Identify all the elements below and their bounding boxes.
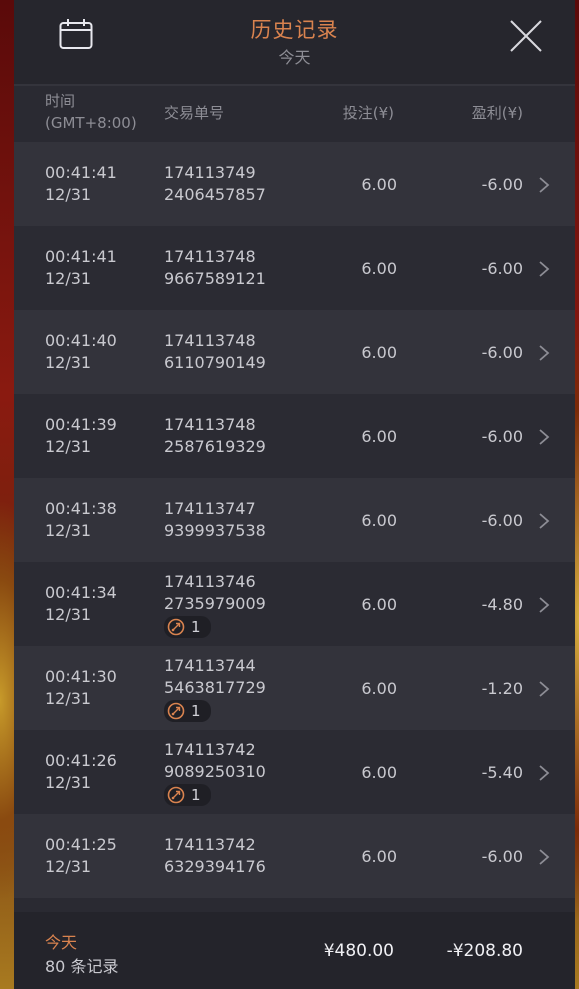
row-profit: -1.20 bbox=[481, 679, 523, 698]
row-profit: -5.40 bbox=[481, 763, 523, 782]
history-row[interactable]: 00:41:41 12/31 174113749 2406457857 6.00 -6.0… bbox=[14, 142, 575, 226]
row-bet: 6.00 bbox=[361, 763, 397, 782]
column-header: 时间 (GMT+8:00) 交易单号 投注(¥) 盈利(¥) bbox=[14, 86, 575, 142]
total-bet: ¥480.00 bbox=[323, 941, 394, 961]
row-time: 00:41:41 12/31 bbox=[45, 247, 117, 288]
row-bet: 6.00 bbox=[361, 259, 397, 278]
chevron-right-icon bbox=[539, 597, 550, 613]
chevron-right-icon bbox=[539, 681, 550, 697]
history-row[interactable]: 00:41:30 12/31 174113744 5463817729 1 6.00 -1.… bbox=[14, 646, 575, 730]
history-panel: 历史记录 今天 时间 (GMT+8:00) 交易单号 投注(¥) 盈利(¥) 0… bbox=[14, 0, 575, 989]
row-time: 00:41:41 12/31 bbox=[45, 163, 117, 204]
row-transaction-id: 174113747 9399937538 bbox=[164, 499, 266, 540]
row-bet: 6.00 bbox=[361, 343, 397, 362]
column-id: 交易单号 bbox=[164, 104, 225, 122]
row-time: 00:41:38 12/31 bbox=[45, 499, 117, 540]
chevron-right-icon bbox=[539, 849, 550, 865]
chevron-right-icon bbox=[539, 429, 550, 445]
free-spin-badge: 1 bbox=[164, 700, 211, 722]
page-title: 历史记录 bbox=[250, 18, 339, 42]
history-row[interactable]: 00:41:25 12/31 174113742 6329394176 6.00 -6.0… bbox=[14, 814, 575, 898]
free-spin-icon bbox=[167, 618, 185, 636]
row-transaction-id: 174113742 6329394176 bbox=[164, 835, 266, 876]
row-profit: -6.00 bbox=[481, 175, 523, 194]
column-time: 时间 (GMT+8:00) bbox=[45, 92, 137, 132]
history-row[interactable]: 00:41:38 12/31 174113747 9399937538 6.00 -6.0… bbox=[14, 478, 575, 562]
row-profit: -6.00 bbox=[481, 427, 523, 446]
row-profit: -6.00 bbox=[481, 847, 523, 866]
row-time: 00:41:40 12/31 bbox=[45, 331, 117, 372]
free-spin-badge: 1 bbox=[164, 784, 211, 806]
history-row[interactable]: 00:41:39 12/31 174113748 2587619329 6.00 -6.0… bbox=[14, 394, 575, 478]
history-list: 00:41:41 12/31 174113749 2406457857 6.00 -6.0… bbox=[14, 142, 575, 898]
row-time: 00:41:34 12/31 bbox=[45, 583, 117, 624]
row-bet: 6.00 bbox=[361, 511, 397, 530]
record-count: 80 条记录 bbox=[45, 957, 119, 976]
row-time: 00:41:39 12/31 bbox=[45, 415, 117, 456]
row-profit: -6.00 bbox=[481, 343, 523, 362]
row-profit: -6.00 bbox=[481, 259, 523, 278]
row-time: 00:41:26 12/31 bbox=[45, 751, 117, 792]
history-row[interactable]: 00:41:34 12/31 174113746 2735979009 1 6.00 -4.… bbox=[14, 562, 575, 646]
history-row[interactable]: 00:41:26 12/31 174113742 9089250310 1 6.00 -5.… bbox=[14, 730, 575, 814]
chevron-right-icon bbox=[539, 177, 550, 193]
row-bet: 6.00 bbox=[361, 427, 397, 446]
history-row[interactable]: 00:41:40 12/31 174113748 6110790149 6.00 -6.0… bbox=[14, 310, 575, 394]
chevron-right-icon bbox=[539, 261, 550, 277]
chevron-right-icon bbox=[539, 345, 550, 361]
close-icon[interactable] bbox=[508, 18, 544, 54]
row-transaction-id: 174113742 9089250310 1 bbox=[164, 740, 266, 806]
summary-footer: 今天 80 条记录 ¥480.00 -¥208.80 bbox=[14, 912, 575, 989]
column-bet: 投注(¥) bbox=[342, 104, 394, 122]
history-row[interactable]: 00:41:41 12/31 174113748 9667589121 6.00 -6.0… bbox=[14, 226, 575, 310]
row-transaction-id: 174113748 2587619329 bbox=[164, 415, 266, 456]
row-bet: 6.00 bbox=[361, 595, 397, 614]
free-spin-icon bbox=[167, 786, 185, 804]
row-profit: -6.00 bbox=[481, 511, 523, 530]
free-spin-icon bbox=[167, 702, 185, 720]
row-transaction-id: 174113744 5463817729 1 bbox=[164, 656, 266, 722]
row-time: 00:41:30 12/31 bbox=[45, 667, 117, 708]
row-transaction-id: 174113748 9667589121 bbox=[164, 247, 266, 288]
column-profit: 盈利(¥) bbox=[471, 104, 523, 122]
chevron-right-icon bbox=[539, 765, 550, 781]
total-profit: -¥208.80 bbox=[446, 941, 523, 961]
free-spin-badge: 1 bbox=[164, 616, 211, 638]
summary-period: 今天 bbox=[45, 933, 78, 952]
row-transaction-id: 174113748 6110790149 bbox=[164, 331, 266, 372]
row-bet: 6.00 bbox=[361, 679, 397, 698]
header: 历史记录 今天 bbox=[14, 0, 575, 86]
row-bet: 6.00 bbox=[361, 847, 397, 866]
row-transaction-id: 174113749 2406457857 bbox=[164, 163, 266, 204]
row-profit: -4.80 bbox=[481, 595, 523, 614]
row-bet: 6.00 bbox=[361, 175, 397, 194]
row-time: 00:41:25 12/31 bbox=[45, 835, 117, 876]
date-range-label: 今天 bbox=[278, 48, 311, 67]
row-transaction-id: 174113746 2735979009 1 bbox=[164, 572, 266, 638]
chevron-right-icon bbox=[539, 513, 550, 529]
